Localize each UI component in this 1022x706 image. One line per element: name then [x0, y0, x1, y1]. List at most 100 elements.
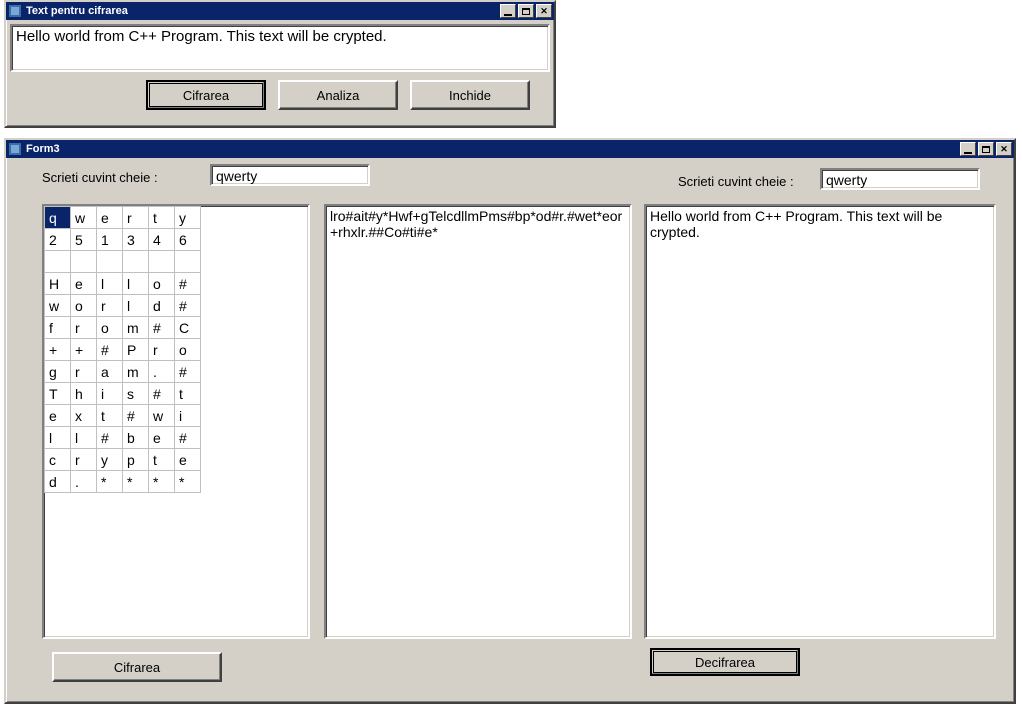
grid-cell[interactable]: r: [97, 295, 123, 317]
grid-cell[interactable]: w: [71, 207, 97, 229]
grid-cell[interactable]: d: [45, 471, 71, 493]
grid-cell[interactable]: .: [71, 471, 97, 493]
grid-cell[interactable]: l: [71, 427, 97, 449]
minimize-button[interactable]: [960, 142, 976, 156]
grid-cell[interactable]: l: [123, 295, 149, 317]
grid-cell[interactable]: [71, 251, 97, 273]
grid-cell[interactable]: *: [97, 471, 123, 493]
grid-cell[interactable]: 3: [123, 229, 149, 251]
grid-cell[interactable]: 1: [97, 229, 123, 251]
grid-cell[interactable]: 4: [149, 229, 175, 251]
close-button[interactable]: [536, 4, 552, 18]
left-keyword-input[interactable]: qwerty: [210, 164, 370, 186]
grid-cell[interactable]: l: [123, 273, 149, 295]
grid-cell[interactable]: r: [71, 317, 97, 339]
grid-cell[interactable]: [45, 251, 71, 273]
grid-cell[interactable]: e: [71, 273, 97, 295]
grid-cell[interactable]: .: [149, 361, 175, 383]
grid-cell[interactable]: f: [45, 317, 71, 339]
grid-cell[interactable]: b: [123, 427, 149, 449]
grid-cell[interactable]: *: [123, 471, 149, 493]
grid-cell[interactable]: #: [149, 383, 175, 405]
grid-cell[interactable]: +: [45, 339, 71, 361]
grid-cell[interactable]: #: [175, 273, 201, 295]
grid-cell[interactable]: w: [149, 405, 175, 427]
grid-cell[interactable]: x: [71, 405, 97, 427]
grid-cell[interactable]: o: [97, 317, 123, 339]
grid-cell[interactable]: #: [175, 295, 201, 317]
grid-cell[interactable]: l: [45, 427, 71, 449]
grid-cell[interactable]: l: [97, 273, 123, 295]
cipher-output-panel[interactable]: lro#ait#y*Hwf+gTelcdllmPms#bp*od#r.#wet*…: [324, 204, 632, 639]
grid-cell[interactable]: m: [123, 317, 149, 339]
grid-cell[interactable]: o: [149, 273, 175, 295]
grid-cell[interactable]: i: [97, 383, 123, 405]
inchide-button[interactable]: Inchide: [410, 80, 530, 110]
window-title: Text pentru cifrarea: [26, 5, 498, 17]
grid-cell[interactable]: y: [97, 449, 123, 471]
grid-cell[interactable]: s: [123, 383, 149, 405]
grid-cell[interactable]: 6: [175, 229, 201, 251]
grid-cell[interactable]: t: [149, 207, 175, 229]
grid-cell[interactable]: d: [149, 295, 175, 317]
cifrarea-button[interactable]: Cifrarea: [146, 80, 266, 110]
grid-cell[interactable]: *: [175, 471, 201, 493]
right-keyword-label: Scrieti cuvint cheie :: [678, 174, 794, 189]
grid-cell[interactable]: e: [149, 427, 175, 449]
grid-cell[interactable]: r: [71, 361, 97, 383]
left-keyword-label: Scrieti cuvint cheie :: [42, 170, 158, 185]
grid-cell[interactable]: +: [71, 339, 97, 361]
grid-cell[interactable]: #: [149, 317, 175, 339]
grid-cell[interactable]: y: [175, 207, 201, 229]
grid-cell[interactable]: 2: [45, 229, 71, 251]
titlebar[interactable]: Text pentru cifrarea: [6, 2, 554, 20]
grid-cell[interactable]: [123, 251, 149, 273]
grid-cell[interactable]: h: [71, 383, 97, 405]
grid-cell[interactable]: i: [175, 405, 201, 427]
grid-cell[interactable]: #: [97, 339, 123, 361]
grid-cell[interactable]: c: [45, 449, 71, 471]
grid-cell[interactable]: e: [45, 405, 71, 427]
grid-cell[interactable]: r: [123, 207, 149, 229]
grid-cell[interactable]: a: [97, 361, 123, 383]
right-keyword-input[interactable]: qwerty: [820, 168, 980, 190]
grid-cell[interactable]: o: [175, 339, 201, 361]
grid-cell[interactable]: #: [123, 405, 149, 427]
maximize-button[interactable]: [978, 142, 994, 156]
maximize-button[interactable]: [518, 4, 534, 18]
close-button[interactable]: [996, 142, 1012, 156]
cifrarea-button[interactable]: Cifrarea: [52, 652, 222, 682]
grid-cell[interactable]: #: [97, 427, 123, 449]
grid-cell[interactable]: [97, 251, 123, 273]
grid-cell[interactable]: o: [71, 295, 97, 317]
grid-cell[interactable]: r: [71, 449, 97, 471]
grid-cell[interactable]: C: [175, 317, 201, 339]
grid-cell[interactable]: w: [45, 295, 71, 317]
grid-cell[interactable]: m: [123, 361, 149, 383]
input-text-field[interactable]: Hello world from C++ Program. This text …: [10, 24, 550, 72]
grid-cell[interactable]: *: [149, 471, 175, 493]
grid-cell[interactable]: #: [175, 361, 201, 383]
cipher-grid[interactable]: qwerty251346Hello#world#from#C++#Program…: [44, 206, 201, 493]
grid-cell[interactable]: [175, 251, 201, 273]
grid-cell[interactable]: 5: [71, 229, 97, 251]
grid-cell[interactable]: t: [97, 405, 123, 427]
grid-cell[interactable]: e: [97, 207, 123, 229]
decifrarea-button[interactable]: Decifrarea: [650, 648, 800, 676]
grid-cell[interactable]: r: [149, 339, 175, 361]
titlebar[interactable]: Form3: [6, 140, 1014, 158]
grid-cell[interactable]: P: [123, 339, 149, 361]
grid-cell[interactable]: t: [175, 383, 201, 405]
grid-cell[interactable]: [149, 251, 175, 273]
grid-cell[interactable]: p: [123, 449, 149, 471]
grid-cell[interactable]: g: [45, 361, 71, 383]
analiza-button[interactable]: Analiza: [278, 80, 398, 110]
grid-cell[interactable]: t: [149, 449, 175, 471]
grid-cell[interactable]: H: [45, 273, 71, 295]
grid-cell[interactable]: T: [45, 383, 71, 405]
grid-cell[interactable]: #: [175, 427, 201, 449]
grid-cell[interactable]: q: [45, 207, 71, 229]
minimize-button[interactable]: [500, 4, 516, 18]
plain-output-panel[interactable]: Hello world from C++ Program. This text …: [644, 204, 996, 639]
grid-cell[interactable]: e: [175, 449, 201, 471]
